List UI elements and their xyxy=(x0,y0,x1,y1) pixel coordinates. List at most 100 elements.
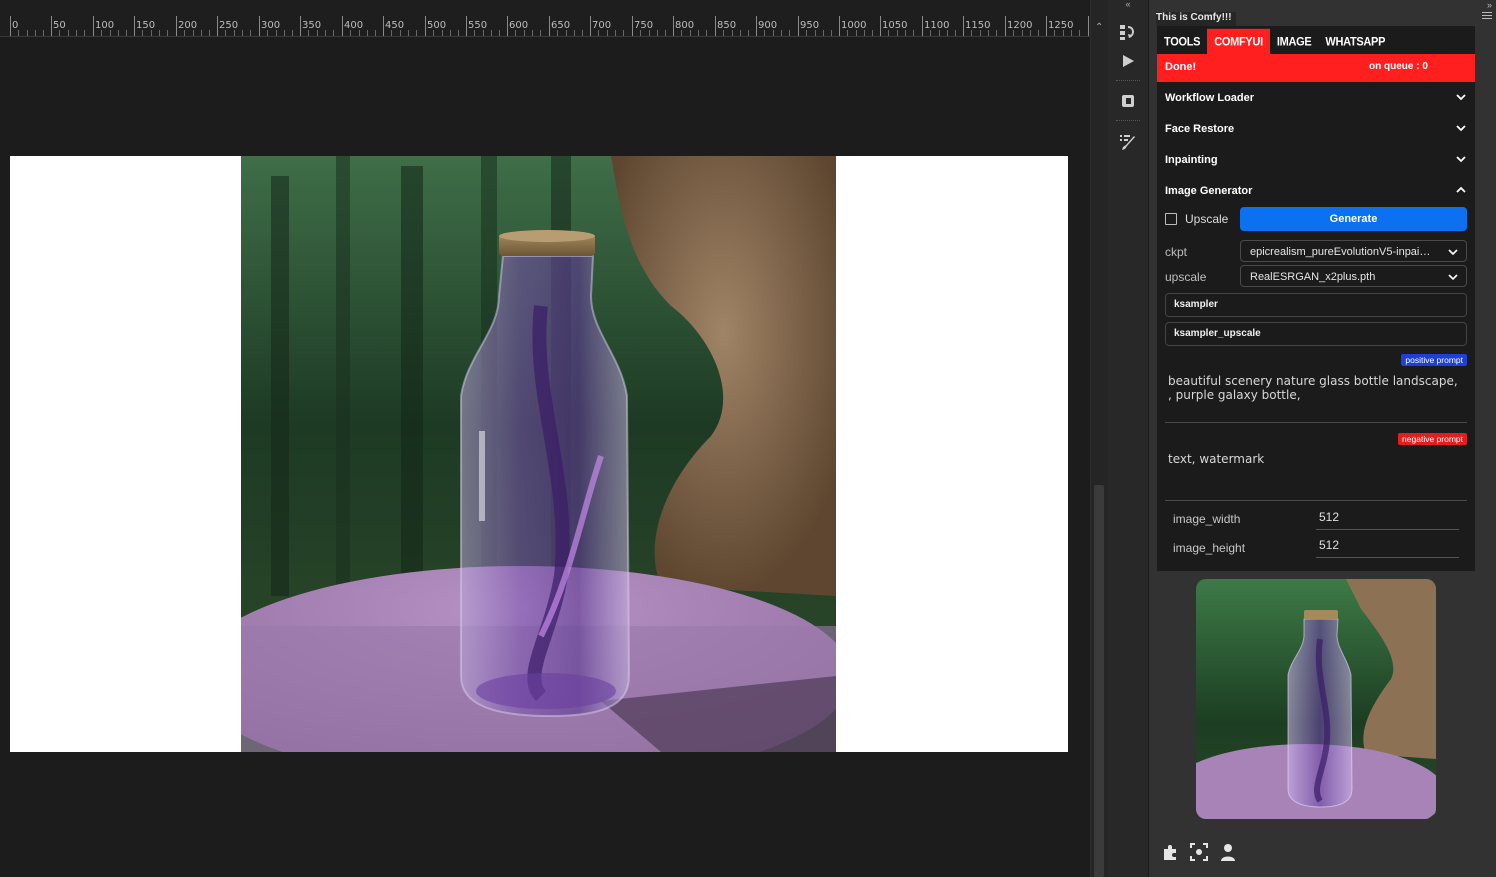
image-height-input[interactable]: 512 xyxy=(1316,535,1459,558)
ruler-label: 1250 xyxy=(1048,20,1074,31)
ruler-minor-tick xyxy=(582,30,583,36)
ruler-minor-tick xyxy=(184,30,185,36)
ruler-minor-tick xyxy=(416,30,417,36)
ruler-major-tick xyxy=(342,16,343,36)
panel-menu-icon[interactable] xyxy=(1482,12,1492,21)
ruler-minor-tick xyxy=(971,30,972,36)
tab-whatsapp[interactable]: WHATSAPP xyxy=(1318,29,1392,55)
ruler-major-tick xyxy=(798,16,799,36)
ruler-minor-tick xyxy=(872,30,873,36)
tab-image[interactable]: IMAGE xyxy=(1270,29,1319,55)
ruler-major-tick xyxy=(259,16,260,36)
ruler-minor-tick xyxy=(491,30,492,36)
ruler-minor-tick xyxy=(598,30,599,36)
tab-comfyui[interactable]: COMFYUI xyxy=(1207,28,1270,56)
ruler-minor-tick xyxy=(110,30,111,36)
ruler-minor-tick xyxy=(225,30,226,36)
brush-settings-icon[interactable] xyxy=(1116,130,1140,154)
ruler-minor-tick xyxy=(947,30,948,36)
upscale-model-label: upscale xyxy=(1165,270,1207,284)
ruler-minor-tick xyxy=(408,30,409,36)
ruler-minor-tick xyxy=(888,30,889,36)
ruler-minor-tick xyxy=(267,30,268,36)
preview-image[interactable] xyxy=(1196,579,1436,819)
libraries-icon[interactable] xyxy=(1116,89,1140,113)
ruler-major-tick xyxy=(549,16,550,36)
ruler-label: 750 xyxy=(634,20,654,31)
ruler-minor-tick xyxy=(400,30,401,36)
user-icon[interactable] xyxy=(1218,842,1238,862)
ruler-minor-tick xyxy=(317,30,318,36)
ruler-minor-tick xyxy=(806,30,807,36)
ruler-minor-tick xyxy=(193,30,194,36)
ruler-minor-tick xyxy=(665,30,666,36)
ruler-major-tick xyxy=(507,16,508,36)
ruler-minor-tick xyxy=(764,30,765,36)
collapse-right-icon[interactable]: » xyxy=(1487,0,1492,10)
ruler-minor-tick xyxy=(234,30,235,36)
ruler-minor-tick xyxy=(18,30,19,36)
ruler-minor-tick xyxy=(1063,30,1064,36)
horizontal-ruler[interactable]: 0 50 100 150 200 250 300 350 400 450 500 550 600 650 7… xyxy=(0,0,1096,37)
collapse-left-icon[interactable]: « xyxy=(1108,0,1148,10)
ruler-minor-tick xyxy=(474,30,475,36)
section-face-restore[interactable]: Face Restore xyxy=(1157,113,1475,144)
ruler-label: 600 xyxy=(509,20,529,31)
ruler-minor-tick xyxy=(59,30,60,36)
ruler-major-tick xyxy=(383,16,384,36)
ruler-minor-tick xyxy=(201,30,202,36)
ksampler-upscale-panel[interactable]: ksampler_upscale xyxy=(1165,322,1467,346)
section-inpainting[interactable]: Inpainting xyxy=(1157,144,1475,175)
ruler-minor-tick xyxy=(781,30,782,36)
plugin-icon[interactable] xyxy=(1161,842,1181,862)
ruler-minor-tick xyxy=(955,30,956,36)
scrollbar-thumb[interactable] xyxy=(1094,485,1104,877)
upscale-model-select[interactable]: RealESRGAN_x2plus.pth xyxy=(1240,265,1467,287)
ruler-minor-tick xyxy=(167,30,168,36)
chevron-down-icon xyxy=(1456,156,1466,163)
canvas-vertical-scrollbar[interactable]: ⌃ xyxy=(1090,0,1109,877)
history-icon[interactable] xyxy=(1116,20,1140,44)
ruler-minor-tick xyxy=(789,30,790,36)
negative-prompt-textarea[interactable]: text, watermark xyxy=(1165,449,1467,501)
section-image-generator[interactable]: Image Generator xyxy=(1157,175,1475,206)
chevron-down-icon xyxy=(1456,94,1466,101)
chevron-up-icon xyxy=(1456,186,1466,193)
ruler-minor-tick xyxy=(84,30,85,36)
upscale-checkbox-label[interactable]: Upscale xyxy=(1185,212,1228,226)
scroll-up-icon[interactable]: ⌃ xyxy=(1095,22,1103,33)
ruler-label: 650 xyxy=(551,20,571,31)
section-label: Face Restore xyxy=(1165,123,1235,135)
ruler-minor-tick xyxy=(615,30,616,36)
upscale-checkbox[interactable] xyxy=(1165,213,1177,225)
ruler-minor-tick xyxy=(640,30,641,36)
ruler-label: 300 xyxy=(261,20,281,31)
ksampler-panel[interactable]: ksampler xyxy=(1165,293,1467,317)
ruler-minor-tick xyxy=(325,30,326,36)
positive-prompt-textarea[interactable]: beautiful scenery nature glass bottle la… xyxy=(1165,371,1467,423)
ruler-minor-tick xyxy=(450,30,451,36)
image-width-input[interactable]: 512 xyxy=(1316,507,1459,530)
status-bar: Done! on queue : 0 xyxy=(1157,54,1475,82)
ruler-minor-tick xyxy=(350,30,351,36)
ruler-minor-tick xyxy=(1071,30,1072,36)
ckpt-select[interactable]: epicrealism_pureEvolutionV5-inpainting.s… xyxy=(1240,240,1467,262)
ruler-minor-tick xyxy=(1079,30,1080,36)
tab-tools[interactable]: TOOLS xyxy=(1157,29,1207,55)
negative-prompt-badge: negative prompt xyxy=(1398,433,1467,445)
section-label: Inpainting xyxy=(1165,154,1218,166)
image-height-label: image_height xyxy=(1173,541,1246,555)
ruler-minor-tick xyxy=(681,30,682,36)
ruler-label: 200 xyxy=(178,20,198,31)
play-icon[interactable] xyxy=(1116,49,1140,73)
section-workflow-loader[interactable]: Workflow Loader xyxy=(1157,82,1475,113)
ruler-label: 1100 xyxy=(924,20,950,31)
panel-header: This is Comfy!!! » xyxy=(1149,0,1496,26)
generate-button[interactable]: Generate xyxy=(1240,207,1467,231)
focus-icon[interactable] xyxy=(1189,842,1209,862)
ruler-minor-tick xyxy=(657,30,658,36)
chevron-down-icon xyxy=(1448,274,1458,281)
ruler-label: 100 xyxy=(95,20,115,31)
panel-toolstrip: « xyxy=(1108,0,1149,877)
ruler-minor-tick xyxy=(209,30,210,36)
